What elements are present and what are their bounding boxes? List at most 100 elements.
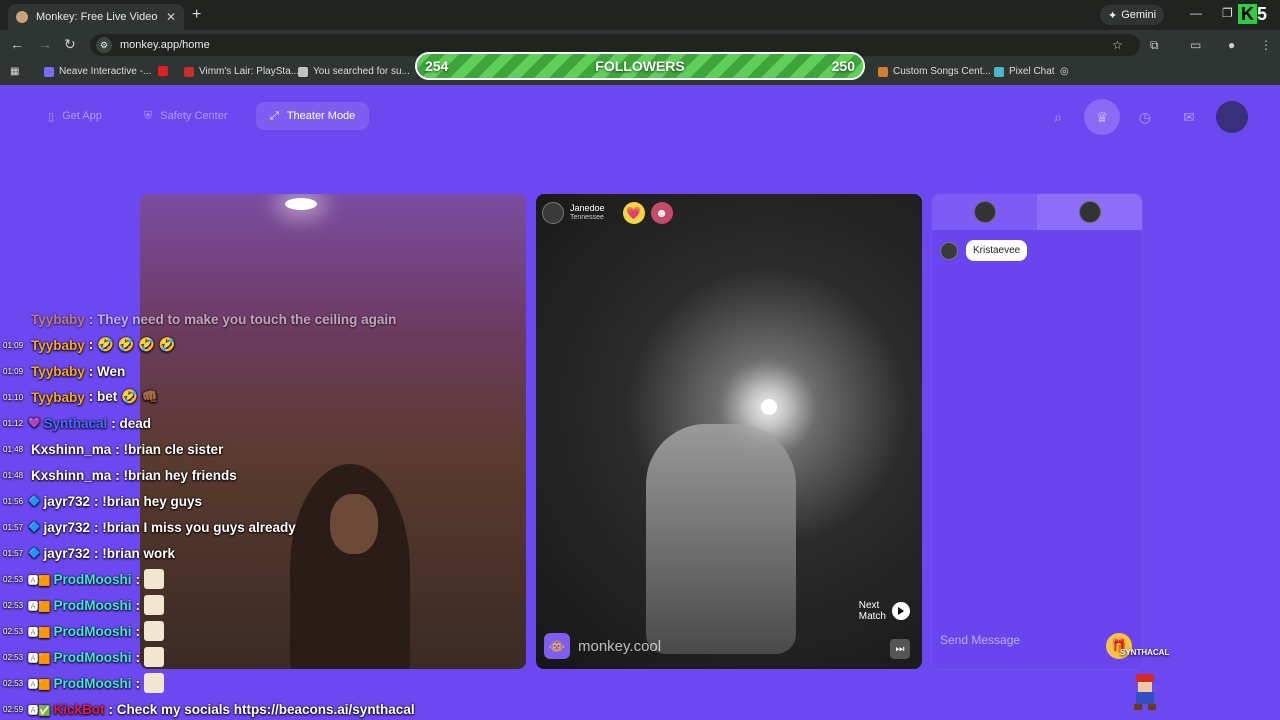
heart-badge-icon[interactable]: 💗 — [622, 202, 645, 224]
partner-info: Janedoe Tennessee 💗 ☻ — [542, 202, 673, 224]
bookmark-item[interactable]: You searched for su... — [298, 66, 410, 77]
stream-chat-line: 02:53 🅰🟧 ProdMooshi: — [0, 566, 164, 592]
overlay-label: SYNTHACAL — [1120, 648, 1170, 657]
messages-icon[interactable]: ✉ — [1176, 104, 1202, 130]
chat-username[interactable]: ProdMooshi — [53, 598, 131, 613]
self-camera-view — [140, 194, 526, 669]
close-tab-icon[interactable]: ✕ — [166, 10, 176, 24]
chat-timestamp: 02:53 — [3, 600, 24, 610]
avatar — [973, 201, 996, 223]
crown-icon[interactable]: ♛ — [1084, 99, 1120, 135]
bookmark-star-icon[interactable]: ☆ — [1112, 38, 1123, 52]
restore-icon[interactable]: ❐ — [1222, 6, 1233, 20]
chat-message: Kristaevee — [940, 240, 1028, 261]
chat-tab-self[interactable] — [932, 194, 1037, 230]
bookmark-item[interactable]: Neave Interactive -... — [44, 66, 151, 77]
report-icon[interactable]: ☻ — [650, 202, 673, 224]
chat-username[interactable]: ProdMooshi — [53, 624, 131, 639]
chat-timestamp: 01:57 — [3, 548, 24, 558]
chat-username[interactable]: ProdMooshi — [53, 572, 131, 587]
chat-timestamp: 01:57 — [3, 522, 24, 532]
car-seat-shape — [646, 424, 796, 654]
chat-username[interactable]: Tyybaby — [31, 312, 85, 327]
extensions-icon[interactable]: ⧉ — [1150, 38, 1159, 53]
chat-username[interactable]: Kxshinn_ma — [31, 442, 111, 457]
monkey-logo-icon: 🐵 — [544, 633, 570, 659]
minimize-icon[interactable]: — — [1190, 6, 1202, 20]
bookmark-item[interactable]: Vimm's Lair: PlaySta... — [184, 66, 299, 77]
stream-chat-line: 01:48 Kxshinn_ma: !brian cle sister — [0, 436, 223, 462]
tab-search-icon[interactable]: ▭ — [1190, 38, 1201, 52]
chat-badge-icon: 🅰🟧 — [28, 601, 51, 613]
monkey-favicon-icon — [16, 11, 28, 23]
youtube-bookmark[interactable] — [158, 66, 168, 76]
globe-icon[interactable]: ◎ — [1060, 66, 1069, 77]
chat-emote-icon — [143, 621, 164, 641]
menu-icon[interactable]: ⋮ — [1260, 38, 1272, 52]
gemini-label: Gemini — [1121, 9, 1157, 21]
chat-username[interactable]: Tyybaby — [31, 338, 85, 353]
avatar[interactable] — [1216, 101, 1248, 133]
chat-badge-icon: 🔷 — [28, 521, 41, 533]
partner-camera-view: Janedoe Tennessee 💗 ☻ Next Match 🐵 monke… — [536, 194, 922, 669]
chat-badge-icon: 🅰✅ — [28, 705, 51, 717]
next-match-line2: Match — [858, 611, 886, 622]
chat-timestamp: 01:10 — [3, 392, 24, 402]
chat-username[interactable]: ProdMooshi — [53, 650, 131, 665]
stream-chat-line: 02:53 🅰🟧 ProdMooshi: — [0, 670, 164, 696]
reload-icon[interactable]: ↻ — [64, 36, 76, 53]
avatar — [940, 241, 958, 260]
url-text: monkey.app/home — [120, 39, 210, 51]
chat-username[interactable]: jayr732 — [43, 546, 90, 561]
shield-icon: ⛨ — [144, 109, 153, 122]
site-info-icon[interactable]: ⚙ — [96, 37, 112, 53]
new-tab-icon[interactable]: + — [192, 6, 201, 24]
chat-username[interactable]: ProdMooshi — [53, 676, 131, 691]
forward-icon[interactable]: → — [38, 36, 52, 52]
back-icon[interactable]: ← — [10, 36, 24, 52]
chat-emote-icon — [143, 569, 164, 589]
theater-mode-button[interactable]: ⤢ Theater Mode — [256, 102, 370, 130]
ceiling-light — [285, 198, 317, 210]
send-message-input[interactable]: Send Message — [940, 633, 1020, 647]
gemini-button[interactable]: ✦ Gemini — [1100, 5, 1165, 25]
chat-username[interactable]: jayr732 — [43, 494, 90, 509]
history-icon[interactable]: ◷ — [1132, 104, 1158, 130]
chat-username[interactable]: Tyybaby — [31, 364, 85, 379]
bookmark-item[interactable]: Custom Songs Cent... — [878, 66, 991, 77]
apps-icon[interactable]: ▦ — [10, 66, 19, 77]
play-icon — [892, 602, 910, 620]
chat-username[interactable]: KickBot — [53, 702, 104, 717]
search-icon[interactable]: ⌕ — [1045, 104, 1071, 130]
stream-chat-line: 01:56 🔷 jayr732: !brian hey guys — [0, 488, 202, 514]
chat-message-text: : bet 🤣 👊🏾 — [88, 389, 159, 404]
browser-tabstrip: Monkey: Free Live Video Ch ✕ + ✦ Gemini … — [0, 0, 1280, 30]
partner-avatar[interactable] — [542, 202, 564, 224]
chat-tabs — [932, 194, 1142, 230]
chat-username[interactable]: jayr732 — [43, 520, 90, 535]
chat-timestamp: 02:53 — [3, 574, 24, 584]
stream-chat-line: 01:09 Tyybaby: Wen — [0, 358, 125, 384]
chat-username[interactable]: Tyybaby — [31, 390, 85, 405]
browser-tab[interactable]: Monkey: Free Live Video Ch ✕ — [8, 4, 184, 30]
next-match-button[interactable]: Next Match — [859, 600, 910, 622]
stream-chat-line: 01:12 💜 Synthacal: dead — [0, 410, 151, 436]
stream-chat-line: 02:53 🅰🟧 ProdMooshi: — [0, 592, 164, 618]
chat-emote-icon — [143, 647, 164, 667]
profile-icon[interactable]: ● — [1228, 38, 1235, 52]
chat-username[interactable]: Kxshinn_ma — [31, 468, 111, 483]
chat-tab-partner[interactable] — [1037, 194, 1142, 230]
chat-badge-icon: 🔷 — [28, 547, 41, 559]
get-app-label: Get App — [62, 110, 102, 122]
chat-badge-icon: 🅰🟧 — [28, 575, 51, 587]
skip-icon[interactable]: ⏭ — [890, 639, 910, 659]
app-top-nav: ▯ Get App ⛨ Safety Center ⤢ Theater Mode… — [0, 86, 1280, 146]
get-app-button[interactable]: ▯ Get App — [34, 102, 116, 130]
safety-center-button[interactable]: ⛨ Safety Center — [130, 102, 242, 130]
chat-username[interactable]: Synthacal — [43, 416, 107, 431]
youtube-icon — [158, 66, 168, 76]
bookmark-item[interactable]: Pixel Chat — [994, 66, 1055, 77]
bookmark-favicon-icon — [994, 66, 1004, 77]
stream-chat-line: 01:57 🔷 jayr732: !brian I miss you guys al… — [0, 514, 296, 540]
chat-message-text: : Wen — [88, 363, 126, 379]
